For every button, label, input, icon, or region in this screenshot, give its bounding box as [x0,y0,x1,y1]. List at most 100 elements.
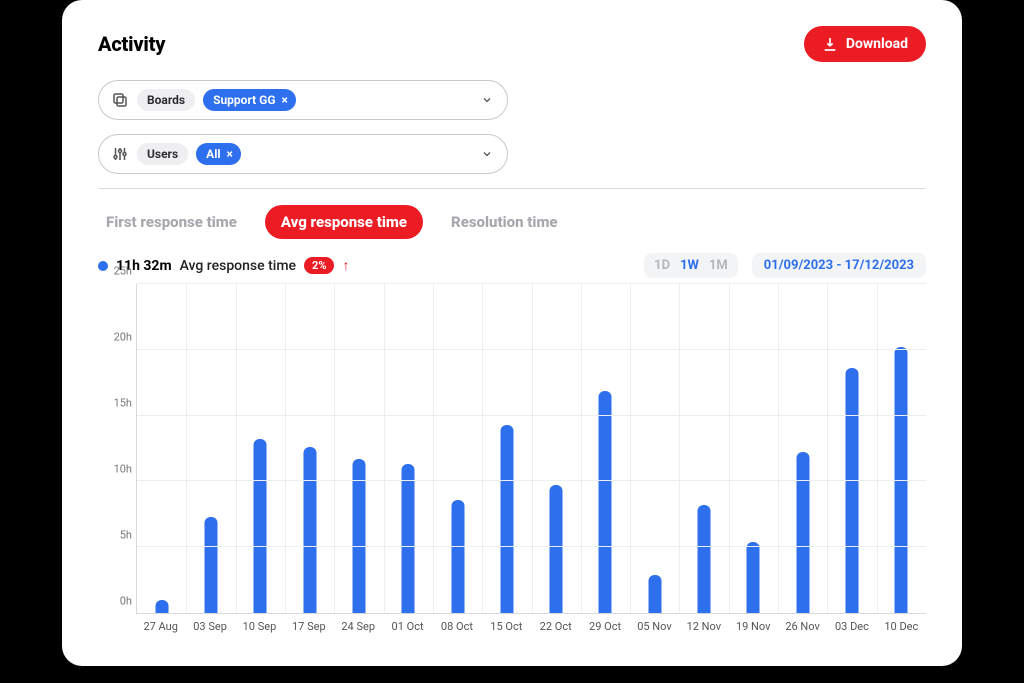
tab-first-response[interactable]: First response time [106,213,237,231]
bar-slot [334,284,383,613]
range-1m[interactable]: 1M [709,258,728,273]
boards-chip-label: Support GG [213,93,275,107]
grid-line [630,284,631,613]
bar-slot [285,284,334,613]
close-icon[interactable]: × [227,147,233,161]
y-tick: 5h [120,529,132,542]
y-tick: 25h [114,265,132,278]
bar [402,464,415,613]
bar [352,459,365,613]
y-tick: 0h [120,595,132,608]
bar-slot [630,284,679,613]
grid-line [482,284,483,613]
date-range-picker[interactable]: 01/09/2023 - 17/12/2023 [752,253,926,278]
bar-slot [729,284,778,613]
copies-icon [111,91,129,109]
y-tick: 10h [114,463,132,476]
x-tick: 12 Nov [679,614,728,644]
x-tick: 03 Dec [827,614,876,644]
x-axis: 27 Aug03 Sep10 Sep17 Sep24 Sep01 Oct08 O… [136,614,926,644]
x-tick: 24 Sep [334,614,383,644]
bar-slot [137,284,186,613]
grid-line [778,284,779,613]
grid-line [433,284,434,613]
sliders-icon [111,145,129,163]
metric-row: 11h 32m Avg response time 2% ↑ 1D 1W 1M … [98,253,926,278]
tab-avg-response[interactable]: Avg response time [265,205,423,239]
activity-card: Activity Download Boards Support GG × Us… [62,0,962,666]
download-icon [822,36,838,52]
x-tick: 22 Oct [531,614,580,644]
bar [550,485,563,613]
metric-label: Avg response time [180,258,296,274]
plot-area [136,284,926,614]
x-tick: 01 Oct [383,614,432,644]
x-tick: 03 Sep [185,614,234,644]
metric-summary: 11h 32m Avg response time 2% ↑ [98,257,349,274]
users-filter[interactable]: Users All × [98,134,508,174]
grid-line [384,284,385,613]
x-tick: 26 Nov [778,614,827,644]
grid-line [877,284,878,613]
bar-slot [482,284,531,613]
bar-slot [581,284,630,613]
users-chip[interactable]: All × [196,143,241,165]
x-tick: 29 Oct [580,614,629,644]
bar [747,542,760,613]
bar [698,505,711,613]
range-1w[interactable]: 1W [680,258,699,273]
chevron-down-icon [481,94,493,106]
granularity-selector: 1D 1W 1M [644,253,738,278]
bar-slot [532,284,581,613]
download-button[interactable]: Download [804,26,926,62]
y-tick: 15h [114,397,132,410]
pct-badge: 2% [304,257,334,274]
metric-tabs: First response time Avg response time Re… [98,205,926,239]
chevron-down-icon [481,148,493,160]
download-label: Download [846,36,908,52]
bar-slot [778,284,827,613]
bar-slot [384,284,433,613]
bar [204,517,217,613]
x-tick: 19 Nov [729,614,778,644]
bar-slot [433,284,482,613]
x-tick: 05 Nov [630,614,679,644]
users-chip-label: All [206,147,220,161]
range-1d[interactable]: 1D [654,258,670,273]
x-tick: 10 Sep [235,614,284,644]
y-axis: 0h5h10h15h20h25h [98,284,136,614]
grid-line [729,284,730,613]
x-tick: 08 Oct [432,614,481,644]
grid-line [532,284,533,613]
header: Activity Download [98,26,926,62]
users-label: Users [137,143,188,165]
grid-line [186,284,187,613]
y-tick: 20h [114,331,132,344]
tab-resolution[interactable]: Resolution time [451,213,558,231]
bar [648,575,661,613]
trend-up-icon: ↑ [342,257,349,274]
x-tick: 15 Oct [482,614,531,644]
boards-chip[interactable]: Support GG × [203,89,296,111]
bar-slot [186,284,235,613]
bar-slot [877,284,926,613]
grid-line [679,284,680,613]
range-controls: 1D 1W 1M 01/09/2023 - 17/12/2023 [644,253,926,278]
boards-label: Boards [137,89,195,111]
grid-line [285,284,286,613]
bar [451,500,464,613]
boards-filter[interactable]: Boards Support GG × [98,80,508,120]
bar-slot [679,284,728,613]
bar [796,452,809,613]
bar-slot [827,284,876,613]
bar [846,368,859,613]
grid-line [236,284,237,613]
x-tick: 17 Sep [284,614,333,644]
divider [98,188,926,189]
close-icon[interactable]: × [282,93,288,107]
bar [500,425,513,613]
grid-line [334,284,335,613]
bar [599,391,612,613]
bar-slot [236,284,285,613]
bar [303,447,316,613]
